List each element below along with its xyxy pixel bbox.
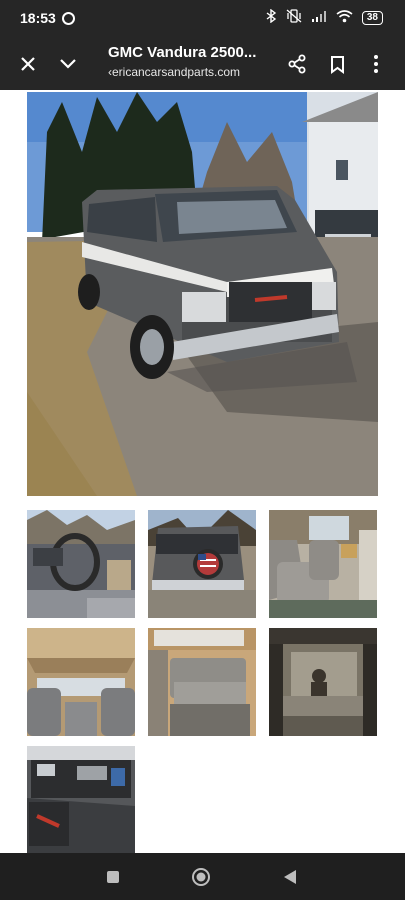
ceiling-interior-photo[interactable] <box>27 628 135 736</box>
status-indicator-icon <box>62 12 75 25</box>
page-title: GMC Vandura 2500... <box>108 44 257 61</box>
status-bar: 18:53 38 <box>0 0 405 38</box>
back-button-icon[interactable] <box>278 865 302 889</box>
more-vert-icon[interactable] <box>363 51 389 77</box>
status-icons: 38 <box>266 8 383 26</box>
wifi-icon <box>336 9 353 26</box>
battery-icon: 38 <box>361 10 383 25</box>
dashboard-interior-photo[interactable] <box>27 510 135 618</box>
van-rear-spare-tire-photo[interactable] <box>148 510 256 618</box>
bookmark-icon[interactable] <box>324 51 350 77</box>
chevron-down-icon[interactable] <box>55 51 81 77</box>
signal-icon <box>311 10 327 25</box>
status-time: 18:53 <box>20 10 56 26</box>
system-nav-bar <box>0 853 405 900</box>
page-title-block[interactable]: GMC Vandura 2500... ‹ericancarsandparts.… <box>108 44 278 79</box>
share-icon[interactable] <box>284 51 310 77</box>
recents-button-icon[interactable] <box>101 865 125 889</box>
engine-bay-photo[interactable] <box>27 746 135 853</box>
bluetooth-icon <box>266 8 277 26</box>
vibrate-off-icon <box>286 9 302 26</box>
page-url: ‹ericancarsandparts.com <box>108 65 241 79</box>
rear-cargo-view-photo[interactable] <box>269 628 377 736</box>
browser-toolbar: GMC Vandura 2500... ‹ericancarsandparts.… <box>0 38 405 90</box>
rear-seats-captain-chairs-photo[interactable] <box>269 510 377 618</box>
close-icon[interactable] <box>15 51 41 77</box>
home-button-icon[interactable] <box>189 865 213 889</box>
van-exterior-main-photo[interactable] <box>27 92 378 496</box>
page-content <box>0 90 405 853</box>
bench-seat-photo[interactable] <box>148 628 256 736</box>
